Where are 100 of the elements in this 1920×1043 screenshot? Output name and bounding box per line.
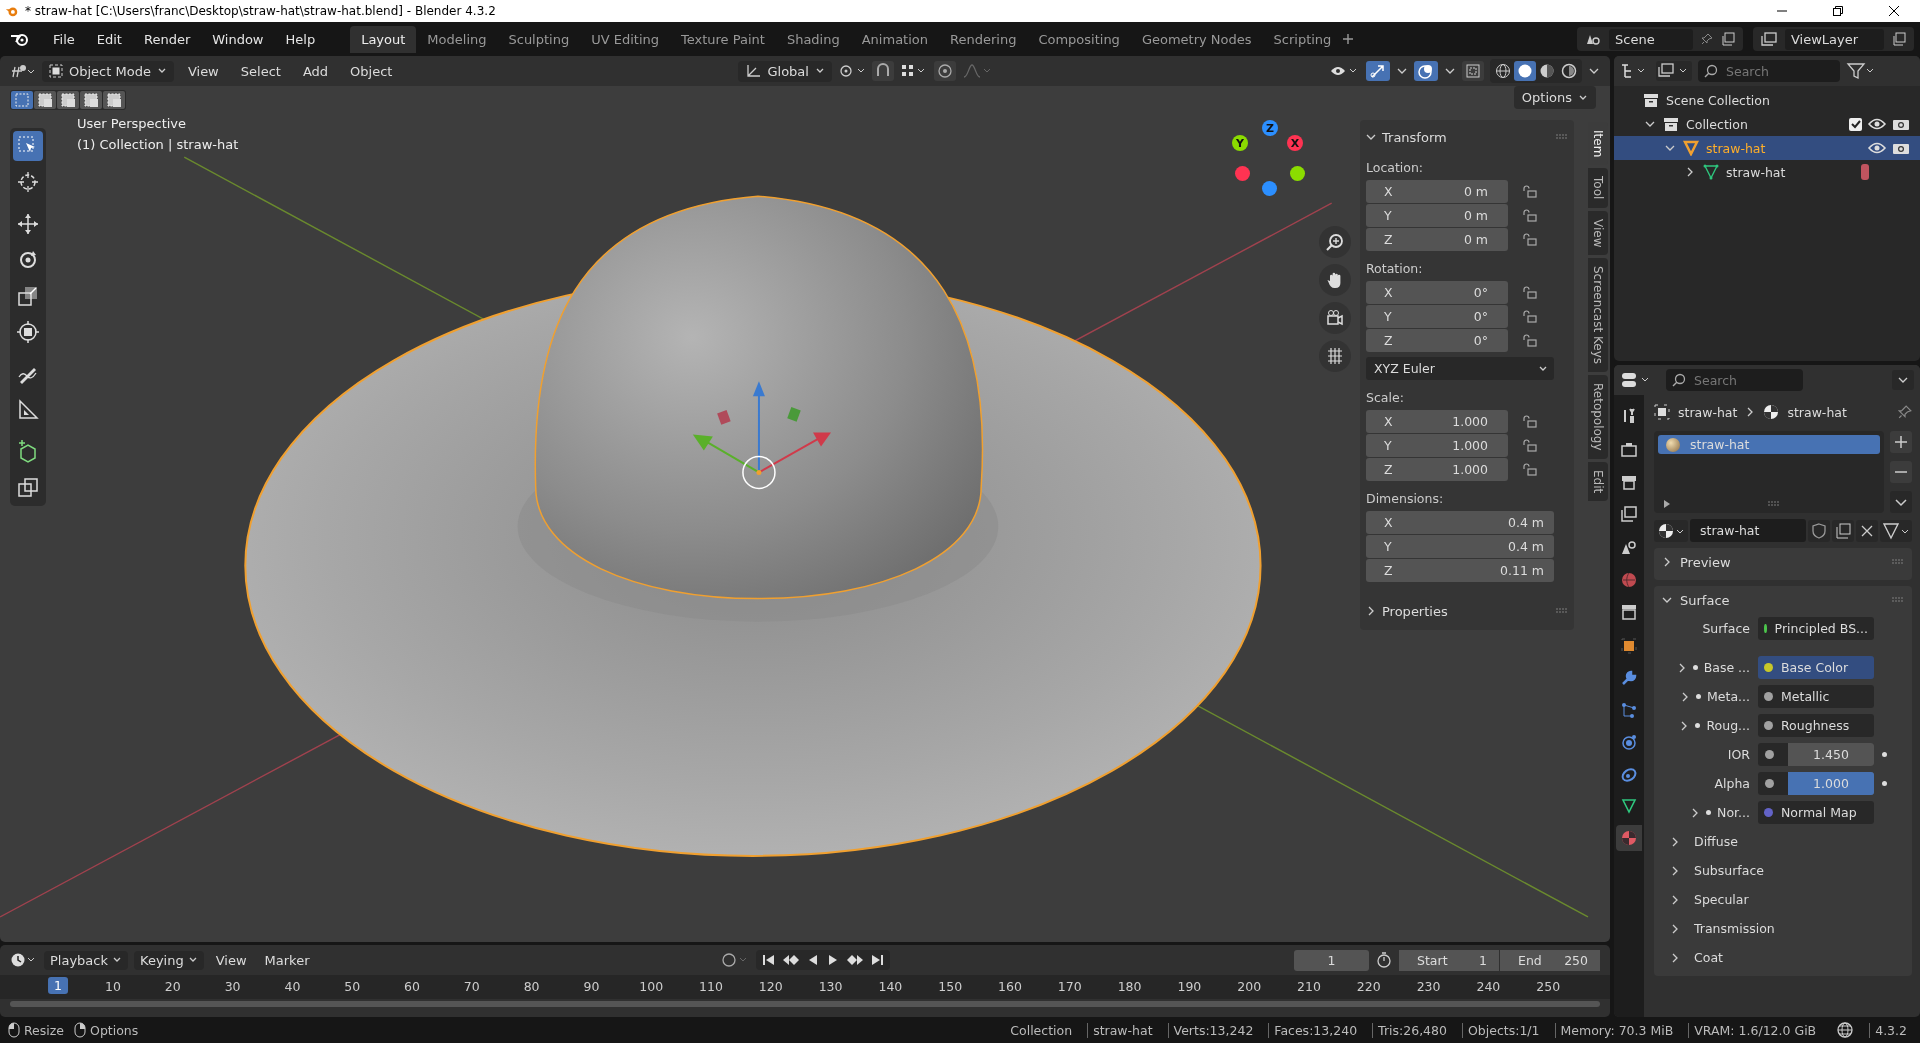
unlocked-padlock-icon[interactable]	[1522, 285, 1538, 300]
scrollbar-thumb[interactable]	[10, 1001, 1600, 1007]
subpanel-header[interactable]: Diffuse	[1662, 827, 1904, 856]
sidebar-tab[interactable]: Retopology	[1588, 375, 1608, 459]
menu-item[interactable]: Edit	[85, 31, 133, 47]
subpanel-header[interactable]: Transmission	[1662, 914, 1904, 943]
menu-item[interactable]: View	[179, 63, 227, 79]
overlays-toggle[interactable]	[1414, 61, 1438, 81]
scene-selector[interactable]: Scene	[1577, 27, 1743, 51]
copy-icon[interactable]	[1832, 519, 1854, 542]
eye-icon[interactable]	[1868, 141, 1886, 155]
select-subtract-button[interactable]	[57, 91, 79, 109]
menu-dropdown[interactable]: Keying	[134, 950, 204, 970]
outliner-item[interactable]: Scene Collection	[1666, 92, 1770, 108]
negative-axis-dot[interactable]	[1262, 181, 1277, 196]
subpanel-header[interactable]: Coat	[1662, 943, 1904, 972]
unlocked-padlock-icon[interactable]	[1522, 232, 1538, 247]
remove-icon[interactable]	[1890, 461, 1912, 483]
workspace-tab[interactable]: Compositing	[1027, 25, 1131, 53]
close-icon[interactable]	[1888, 5, 1900, 17]
unlocked-padlock-icon[interactable]	[1522, 309, 1538, 324]
add-icon[interactable]	[1890, 431, 1912, 453]
options-dropdown[interactable]: Options	[1513, 86, 1596, 109]
menu-item[interactable]: Select	[232, 63, 289, 79]
sidebar-tab[interactable]: Tool	[1588, 168, 1608, 208]
navigation-button[interactable]	[1319, 226, 1351, 258]
unlocked-padlock-icon[interactable]	[1522, 208, 1538, 223]
editor-type-icon[interactable]	[10, 63, 36, 79]
workspace-tab[interactable]: Shading	[775, 25, 851, 53]
close-icon[interactable]	[1856, 519, 1878, 542]
negative-axis-dot[interactable]	[1235, 166, 1250, 181]
sidebar-tab[interactable]: Edit	[1588, 461, 1608, 501]
keyframe-dot-icon[interactable]	[1882, 781, 1887, 786]
properties-panel-header[interactable]: Properties	[1366, 598, 1568, 624]
navigation-button[interactable]	[1319, 302, 1351, 334]
select-tool-button[interactable]	[13, 131, 43, 161]
number-field[interactable]: X 1.000	[1366, 410, 1508, 433]
outliner-item[interactable]: straw-hat	[1706, 140, 1766, 156]
socket-link-field[interactable]: Principled BS...	[1758, 617, 1874, 640]
restore-icon[interactable]	[1832, 5, 1844, 17]
socket-link-field[interactable]: Metallic	[1758, 685, 1874, 708]
add-icon[interactable]	[1342, 33, 1355, 45]
subpanel-header[interactable]: Specular	[1662, 885, 1904, 914]
negative-axis-dot[interactable]	[1290, 166, 1305, 181]
axis-button[interactable]: Z	[1262, 120, 1278, 136]
select-set-button[interactable]	[11, 91, 33, 109]
caret-icon[interactable]	[1396, 66, 1408, 76]
caret-icon[interactable]	[1892, 370, 1914, 390]
number-field[interactable]: X 0°	[1366, 281, 1508, 304]
workspace-tab[interactable]: UV Editing	[580, 25, 670, 53]
number-field[interactable]: 1.450	[1788, 743, 1874, 766]
caret-icon[interactable]	[1588, 66, 1600, 76]
menu-item[interactable]: Add	[294, 63, 337, 79]
sidebar-tab[interactable]: Screencast Keys	[1588, 258, 1608, 373]
menu-item[interactable]: File	[42, 31, 86, 47]
panel-header[interactable]: Surface	[1662, 586, 1904, 614]
stopwatch-icon[interactable]	[1375, 952, 1393, 968]
number-field[interactable]: Z 1.000	[1366, 458, 1508, 481]
jump-start-icon[interactable]	[760, 953, 777, 967]
menu-item[interactable]: Help	[274, 31, 327, 47]
number-field[interactable]: Y 1.000	[1366, 434, 1508, 457]
slider[interactable]: 1.000	[1788, 772, 1874, 795]
start-frame-field[interactable]: Start 1	[1399, 949, 1499, 971]
caret-icon[interactable]	[1444, 66, 1456, 76]
outliner-item[interactable]: straw-hat	[1726, 164, 1786, 180]
workspace-tab[interactable]: Animation	[850, 25, 939, 53]
socket-link-field[interactable]: Roughness	[1758, 714, 1874, 737]
material-slot[interactable]: straw-hat	[1658, 435, 1880, 454]
workspace-tab[interactable]: Layout	[350, 25, 417, 53]
search-box[interactable]: Search	[1698, 60, 1840, 82]
drag-handle-icon[interactable]	[1892, 559, 1904, 565]
pin-icon[interactable]	[1701, 33, 1713, 45]
menu-item[interactable]: Object	[342, 63, 401, 79]
camera-icon[interactable]	[1892, 117, 1910, 131]
drag-handle-icon[interactable]	[1556, 134, 1568, 140]
drag-handle-icon[interactable]	[1556, 608, 1568, 614]
mode-dropdown[interactable]: Object Mode	[42, 60, 174, 82]
search-box[interactable]: Search	[1666, 369, 1803, 391]
menu-item[interactable]: Marker	[258, 950, 316, 970]
socket-link-field[interactable]: Base Color	[1758, 656, 1874, 679]
transform-panel-header[interactable]: Transform	[1366, 124, 1568, 150]
navigation-button[interactable]	[1319, 340, 1351, 372]
pivot-icon[interactable]	[837, 63, 866, 79]
exclude-checkbox[interactable]	[1849, 117, 1862, 131]
mesh-filter-icon[interactable]	[1880, 519, 1912, 542]
subpanel-header[interactable]: Subsurface	[1662, 856, 1904, 885]
number-field[interactable]: X 0.4 m	[1366, 511, 1554, 534]
current-frame-field[interactable]: 1	[1294, 949, 1369, 971]
magnet-icon[interactable]	[871, 61, 894, 81]
outliner-item[interactable]: Collection	[1686, 116, 1748, 132]
filter-icon[interactable]	[1846, 62, 1876, 80]
number-field[interactable]: Y 0 m	[1366, 204, 1508, 227]
material-tab[interactable]	[1616, 825, 1642, 851]
eye-icon[interactable]	[1868, 117, 1886, 131]
sidebar-tab[interactable]: View	[1588, 210, 1608, 256]
unlocked-padlock-icon[interactable]	[1522, 184, 1538, 199]
axis-button[interactable]: X	[1287, 135, 1303, 151]
blender-logo-icon[interactable]	[10, 31, 30, 47]
drag-handle-icon[interactable]	[1768, 501, 1780, 507]
select-intersect-button[interactable]	[103, 91, 125, 109]
